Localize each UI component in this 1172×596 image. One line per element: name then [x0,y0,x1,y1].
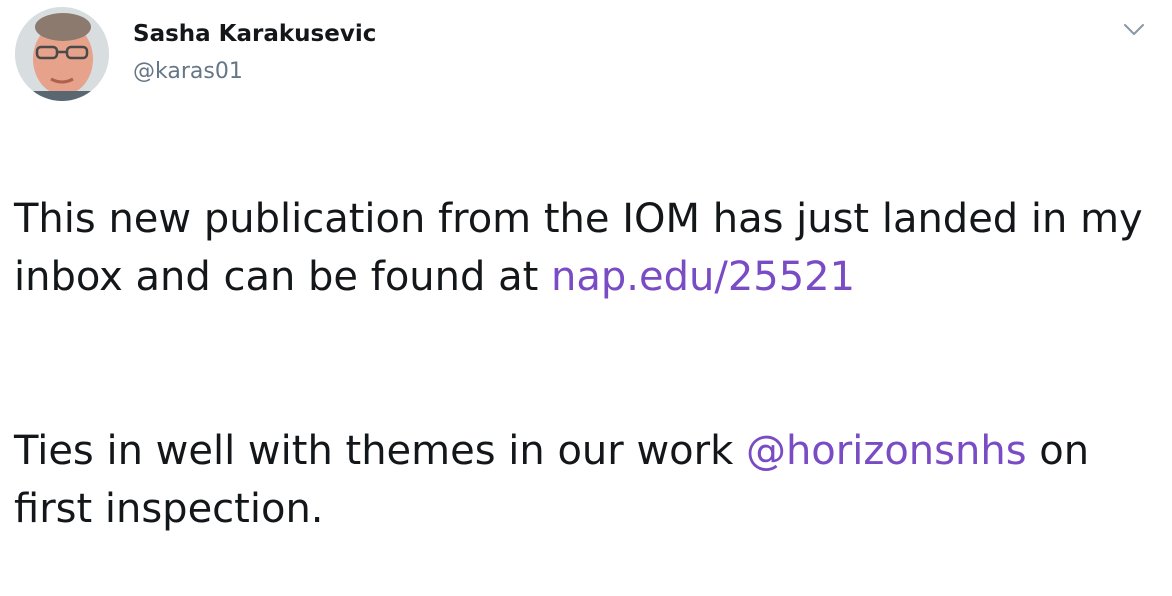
mention-link[interactable]: @horizonsnhs [746,428,1027,474]
tweet-text: This new publication from the IOM has ju… [14,132,1154,596]
avatar[interactable] [15,7,109,101]
author-name[interactable]: Sasha Karakusevic [133,21,376,47]
avatar-photo [15,7,109,101]
tweet-link[interactable]: nap.edu/25521 [551,254,855,300]
tweet-paragraph: Ties in well with themes in our work @ho… [14,422,1154,538]
chevron-down-icon[interactable] [1121,20,1147,40]
tweet-paragraph: This new publication from the IOM has ju… [14,190,1154,306]
tweet-text-segment: Ties in well with themes in our work [14,428,746,474]
tweet-card: Sasha Karakusevic @karas01 This new publ… [0,0,1172,532]
author-handle[interactable]: @karas01 [133,59,243,84]
